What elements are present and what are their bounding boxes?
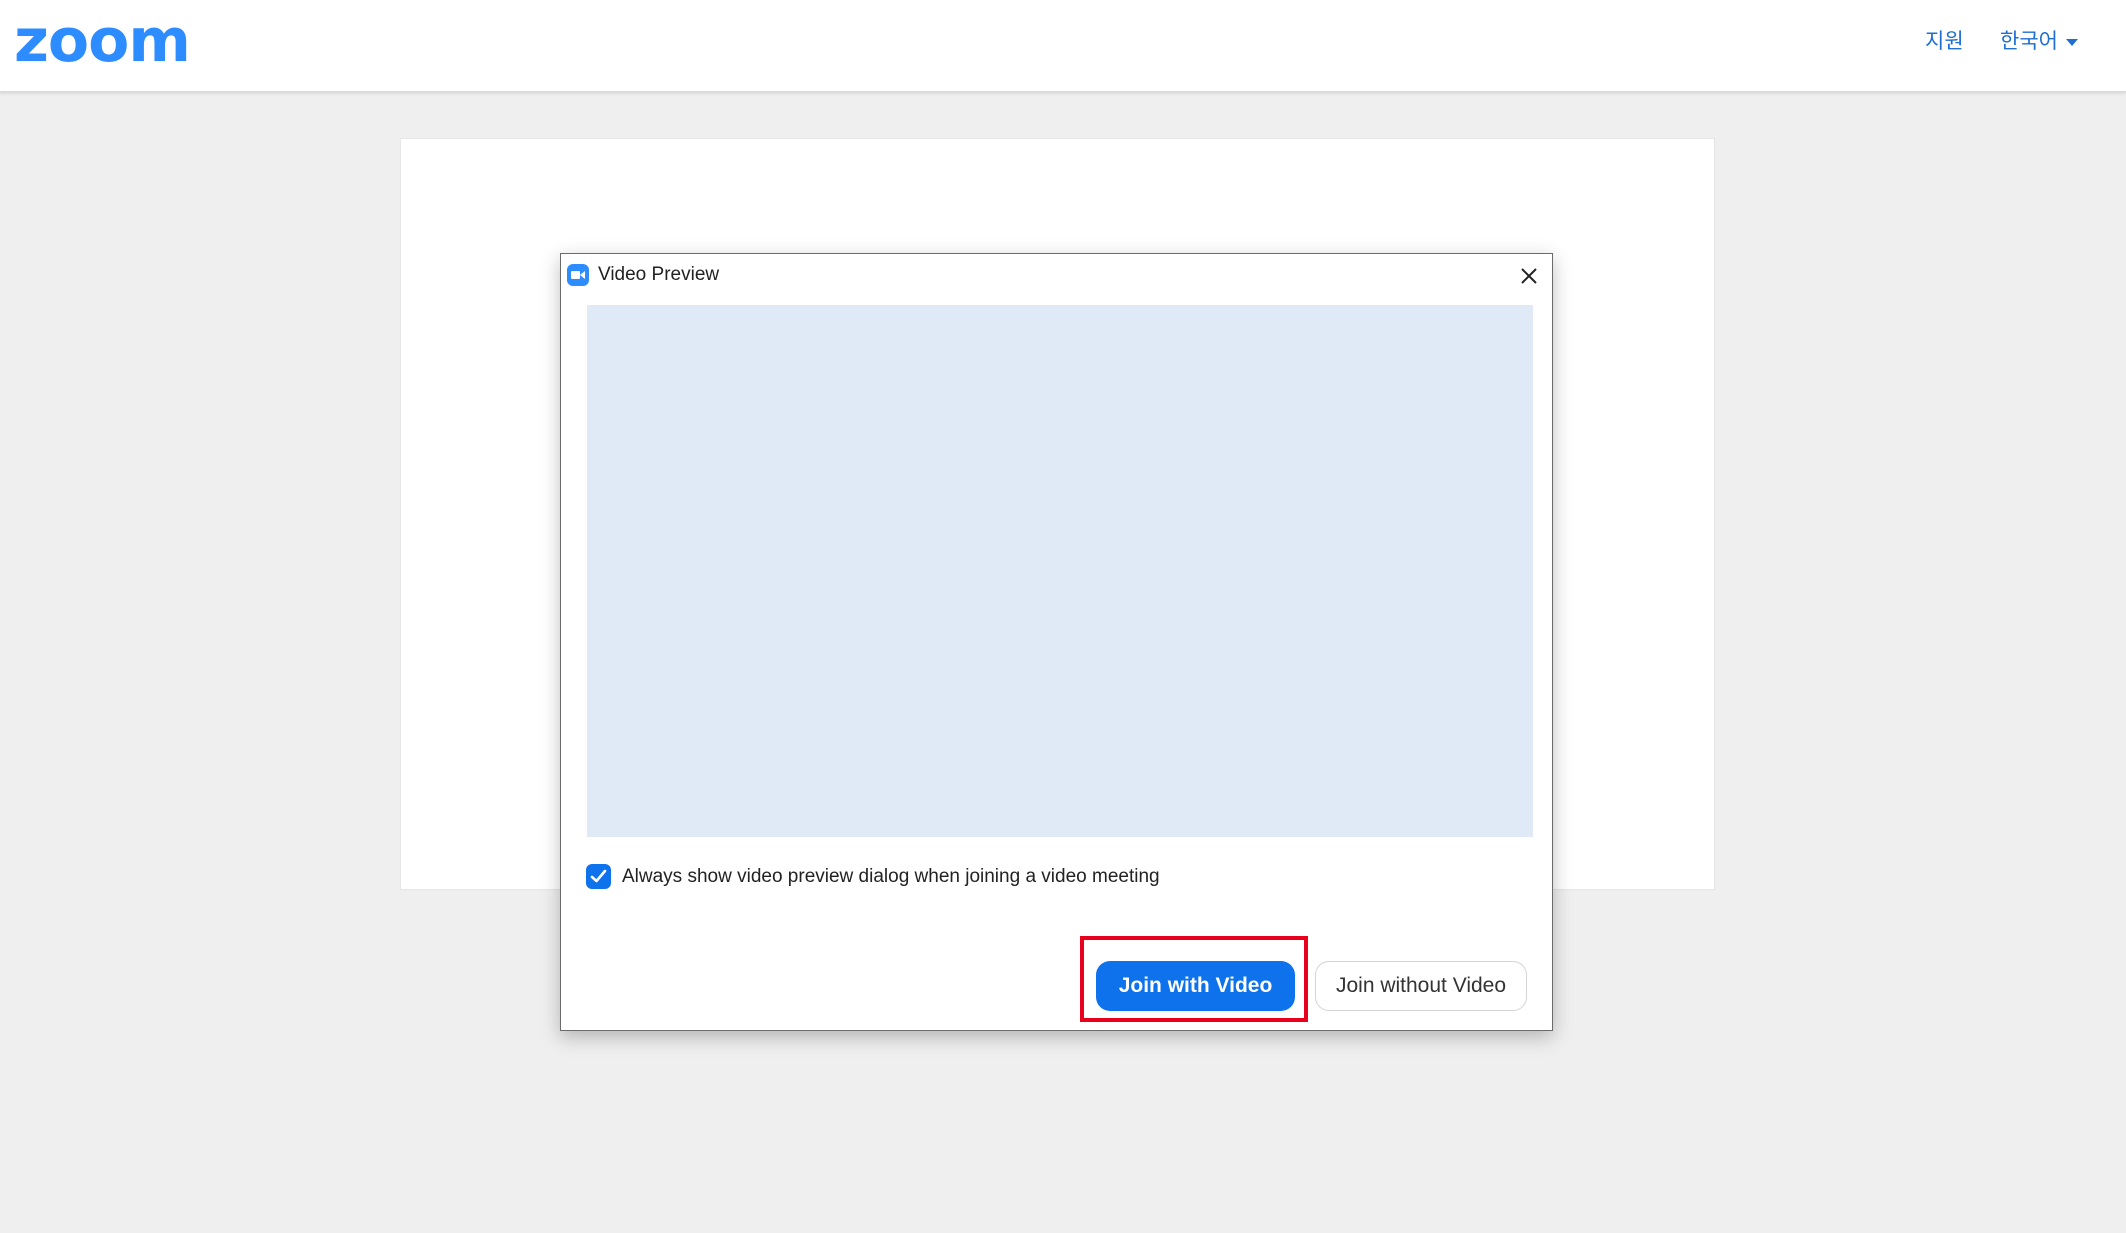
support-link[interactable]: 지원 — [1925, 26, 1964, 56]
close-button[interactable] — [1516, 263, 1542, 289]
always-show-preview-checkbox[interactable] — [586, 864, 611, 889]
zoom-logo[interactable]: zoom — [14, 8, 191, 74]
language-selector[interactable]: 한국어 — [2000, 26, 2078, 56]
chevron-down-icon — [2065, 38, 2078, 46]
top-navigation-bar: zoom 지원 한국어 — [0, 0, 2126, 93]
video-preview-area — [587, 305, 1533, 837]
join-without-video-button[interactable]: Join without Video — [1315, 961, 1527, 1011]
always-show-preview-label[interactable]: Always show video preview dialog when jo… — [622, 862, 1160, 892]
close-icon — [1521, 268, 1537, 284]
checkmark-icon — [590, 869, 607, 883]
join-with-video-button[interactable]: Join with Video — [1096, 961, 1295, 1011]
zoom-camera-icon — [567, 264, 589, 286]
video-preview-dialog: Video Preview Always show video preview … — [560, 253, 1553, 1031]
language-label: 한국어 — [2000, 29, 2058, 53]
dialog-title: Video Preview — [598, 264, 720, 285]
